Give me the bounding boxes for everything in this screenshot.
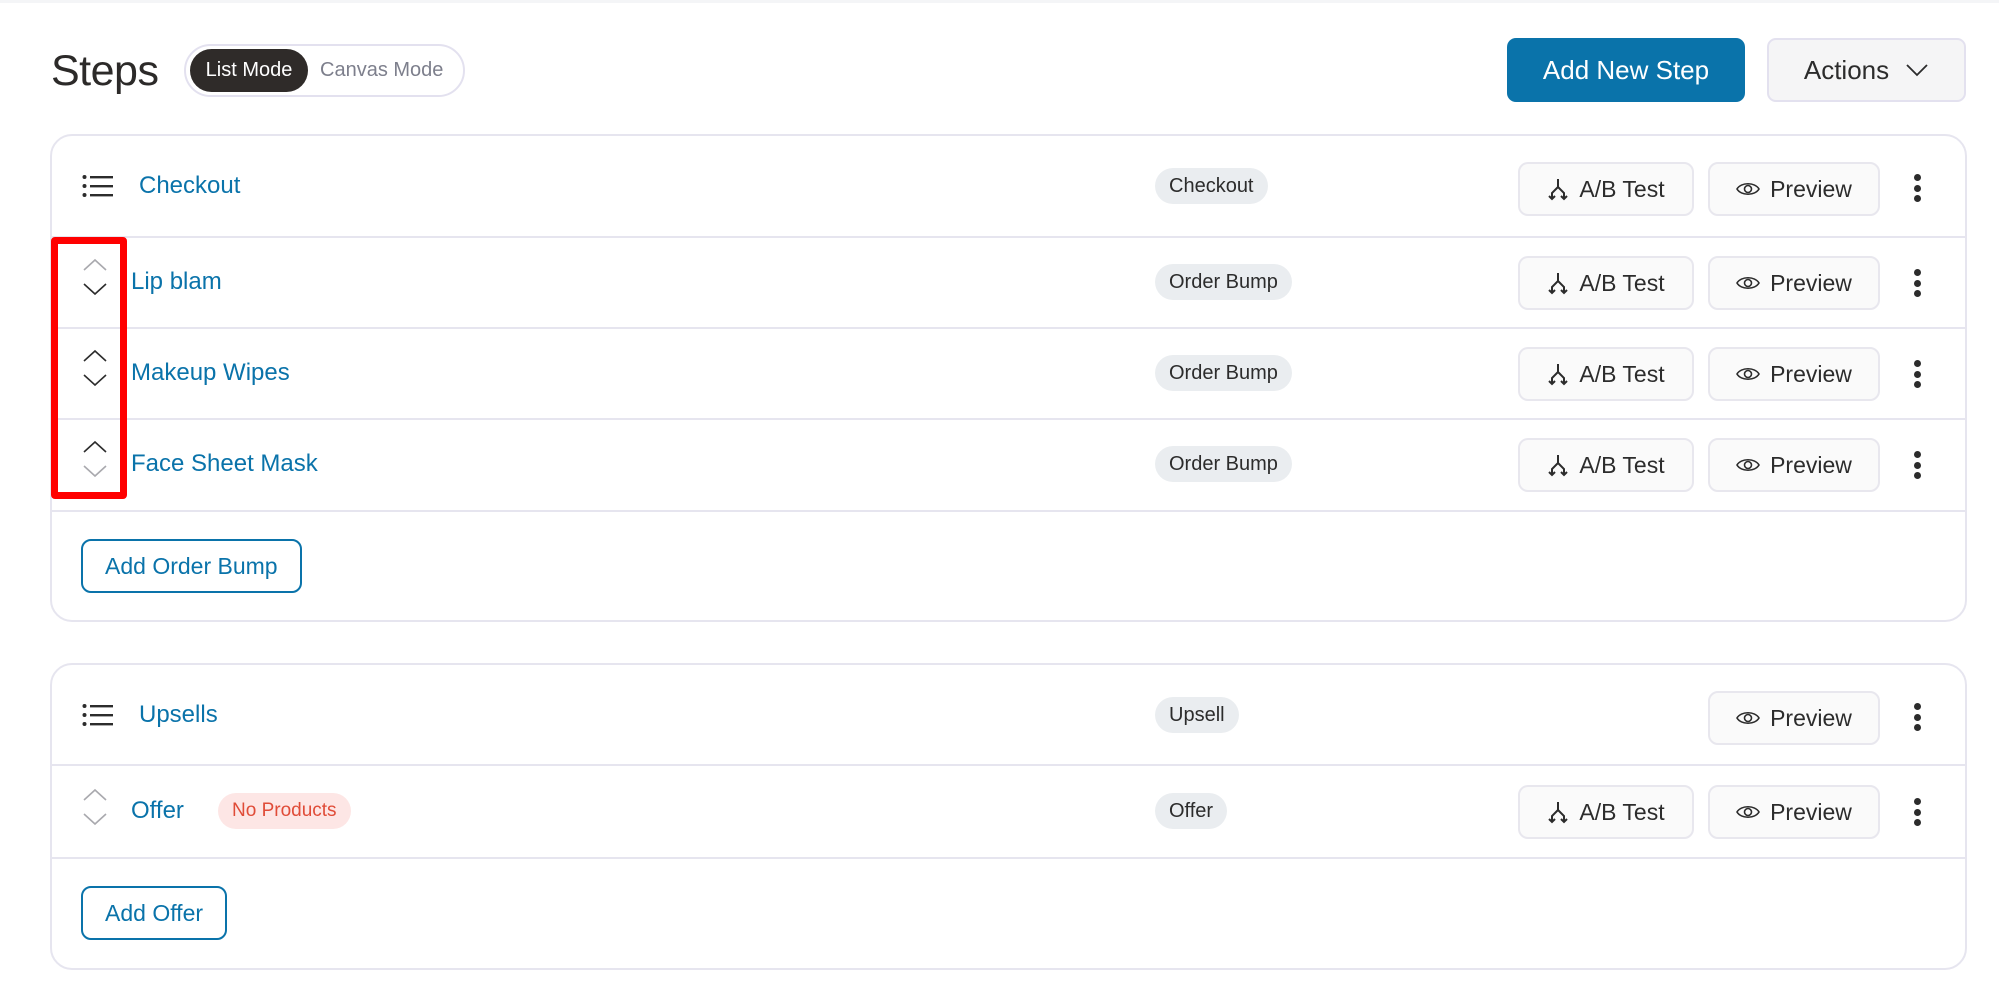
- step-type-badge: Order Bump: [1155, 355, 1292, 391]
- actions-label: Actions: [1803, 54, 1890, 85]
- reorder-arrows: [80, 788, 110, 826]
- kebab-menu-icon[interactable]: [1907, 449, 1927, 481]
- step-type-badge: Order Bump: [1155, 446, 1292, 482]
- step-title[interactable]: Makeup Wipes: [131, 359, 290, 387]
- view-mode-toggle: List Mode Canvas Mode: [184, 44, 465, 97]
- eye-icon: [1736, 182, 1761, 196]
- preview-button[interactable]: Preview: [1708, 785, 1880, 839]
- list-item: Makeup Wipes Order Bump A/B Test Preview: [52, 329, 1965, 420]
- kebab-menu-icon[interactable]: [1907, 267, 1927, 299]
- ab-test-label: A/B Test: [1579, 798, 1665, 825]
- chevron-down-icon[interactable]: [82, 373, 108, 387]
- preview-button[interactable]: Preview: [1708, 347, 1880, 401]
- preview-button[interactable]: Preview: [1708, 162, 1880, 216]
- actions-dropdown-button[interactable]: Actions: [1767, 38, 1966, 102]
- step-group-upsells: Upsells Upsell Preview Offer No Products…: [50, 663, 1967, 970]
- ab-test-button[interactable]: A/B Test: [1518, 438, 1694, 492]
- preview-label: Preview: [1770, 269, 1852, 296]
- chevron-down-icon[interactable]: [82, 282, 108, 296]
- eye-icon: [1736, 367, 1761, 381]
- list-icon[interactable]: [82, 174, 114, 198]
- kebab-menu-icon[interactable]: [1907, 172, 1927, 204]
- chevron-down-icon: [1906, 64, 1928, 77]
- preview-button[interactable]: Preview: [1708, 438, 1880, 492]
- ab-test-button[interactable]: A/B Test: [1518, 162, 1694, 216]
- step-group-checkout: Checkout Checkout A/B Test Preview Lip b…: [50, 134, 1967, 622]
- group-title[interactable]: Upsells: [139, 701, 218, 729]
- page-title: Steps: [51, 47, 159, 95]
- step-type-badge: Upsell: [1155, 697, 1239, 733]
- eye-icon: [1736, 805, 1761, 819]
- kebab-menu-icon[interactable]: [1907, 358, 1927, 390]
- split-arrows-icon: [1548, 273, 1569, 295]
- split-arrows-icon: [1548, 179, 1569, 201]
- group-header-row: Upsells Upsell Preview: [52, 665, 1965, 766]
- preview-label: Preview: [1770, 704, 1852, 731]
- preview-label: Preview: [1770, 175, 1852, 202]
- split-arrows-icon: [1548, 455, 1569, 477]
- preview-button[interactable]: Preview: [1708, 256, 1880, 310]
- no-products-badge: No Products: [218, 793, 351, 829]
- group-title[interactable]: Checkout: [139, 172, 240, 200]
- add-order-bump-button[interactable]: Add Order Bump: [81, 539, 302, 593]
- preview-label: Preview: [1770, 451, 1852, 478]
- step-type-badge: Offer: [1155, 793, 1228, 829]
- list-item: Offer No Products Offer A/B Test Preview: [52, 766, 1965, 859]
- step-type-badge: Order Bump: [1155, 264, 1292, 300]
- preview-label: Preview: [1770, 798, 1852, 825]
- preview-label: Preview: [1770, 360, 1852, 387]
- eye-icon: [1736, 276, 1761, 290]
- step-title[interactable]: Offer: [131, 797, 184, 825]
- top-border: [0, 0, 1999, 3]
- chevron-up-icon[interactable]: [82, 788, 108, 802]
- list-mode-button[interactable]: List Mode: [190, 49, 308, 92]
- add-new-step-button[interactable]: Add New Step: [1507, 38, 1745, 102]
- ab-test-label: A/B Test: [1579, 269, 1665, 296]
- split-arrows-icon: [1548, 802, 1569, 824]
- kebab-menu-icon[interactable]: [1907, 701, 1927, 733]
- step-title[interactable]: Lip blam: [131, 268, 222, 296]
- chevron-down-icon[interactable]: [82, 812, 108, 826]
- kebab-menu-icon[interactable]: [1907, 796, 1927, 828]
- reorder-arrows: [80, 349, 110, 387]
- reorder-arrows: [80, 258, 110, 296]
- reorder-arrows: [80, 440, 110, 478]
- list-icon[interactable]: [82, 703, 114, 727]
- eye-icon: [1736, 711, 1761, 725]
- preview-button[interactable]: Preview: [1708, 691, 1880, 745]
- chevron-down-icon[interactable]: [82, 464, 108, 478]
- step-title[interactable]: Face Sheet Mask: [131, 450, 318, 478]
- add-offer-button[interactable]: Add Offer: [81, 886, 228, 940]
- ab-test-button[interactable]: A/B Test: [1518, 347, 1694, 401]
- chevron-up-icon[interactable]: [82, 440, 108, 454]
- list-item: Face Sheet Mask Order Bump A/B Test Prev…: [52, 420, 1965, 512]
- ab-test-button[interactable]: A/B Test: [1518, 256, 1694, 310]
- ab-test-label: A/B Test: [1579, 175, 1665, 202]
- chevron-up-icon[interactable]: [82, 349, 108, 363]
- ab-test-label: A/B Test: [1579, 451, 1665, 478]
- split-arrows-icon: [1548, 364, 1569, 386]
- eye-icon: [1736, 458, 1761, 472]
- chevron-up-icon[interactable]: [82, 258, 108, 272]
- canvas-mode-button[interactable]: Canvas Mode: [308, 49, 443, 92]
- list-item: Lip blam Order Bump A/B Test Preview: [52, 238, 1965, 329]
- group-header-row: Checkout Checkout A/B Test Preview: [52, 136, 1965, 238]
- step-type-badge: Checkout: [1155, 168, 1268, 204]
- ab-test-button[interactable]: A/B Test: [1518, 785, 1694, 839]
- ab-test-label: A/B Test: [1579, 360, 1665, 387]
